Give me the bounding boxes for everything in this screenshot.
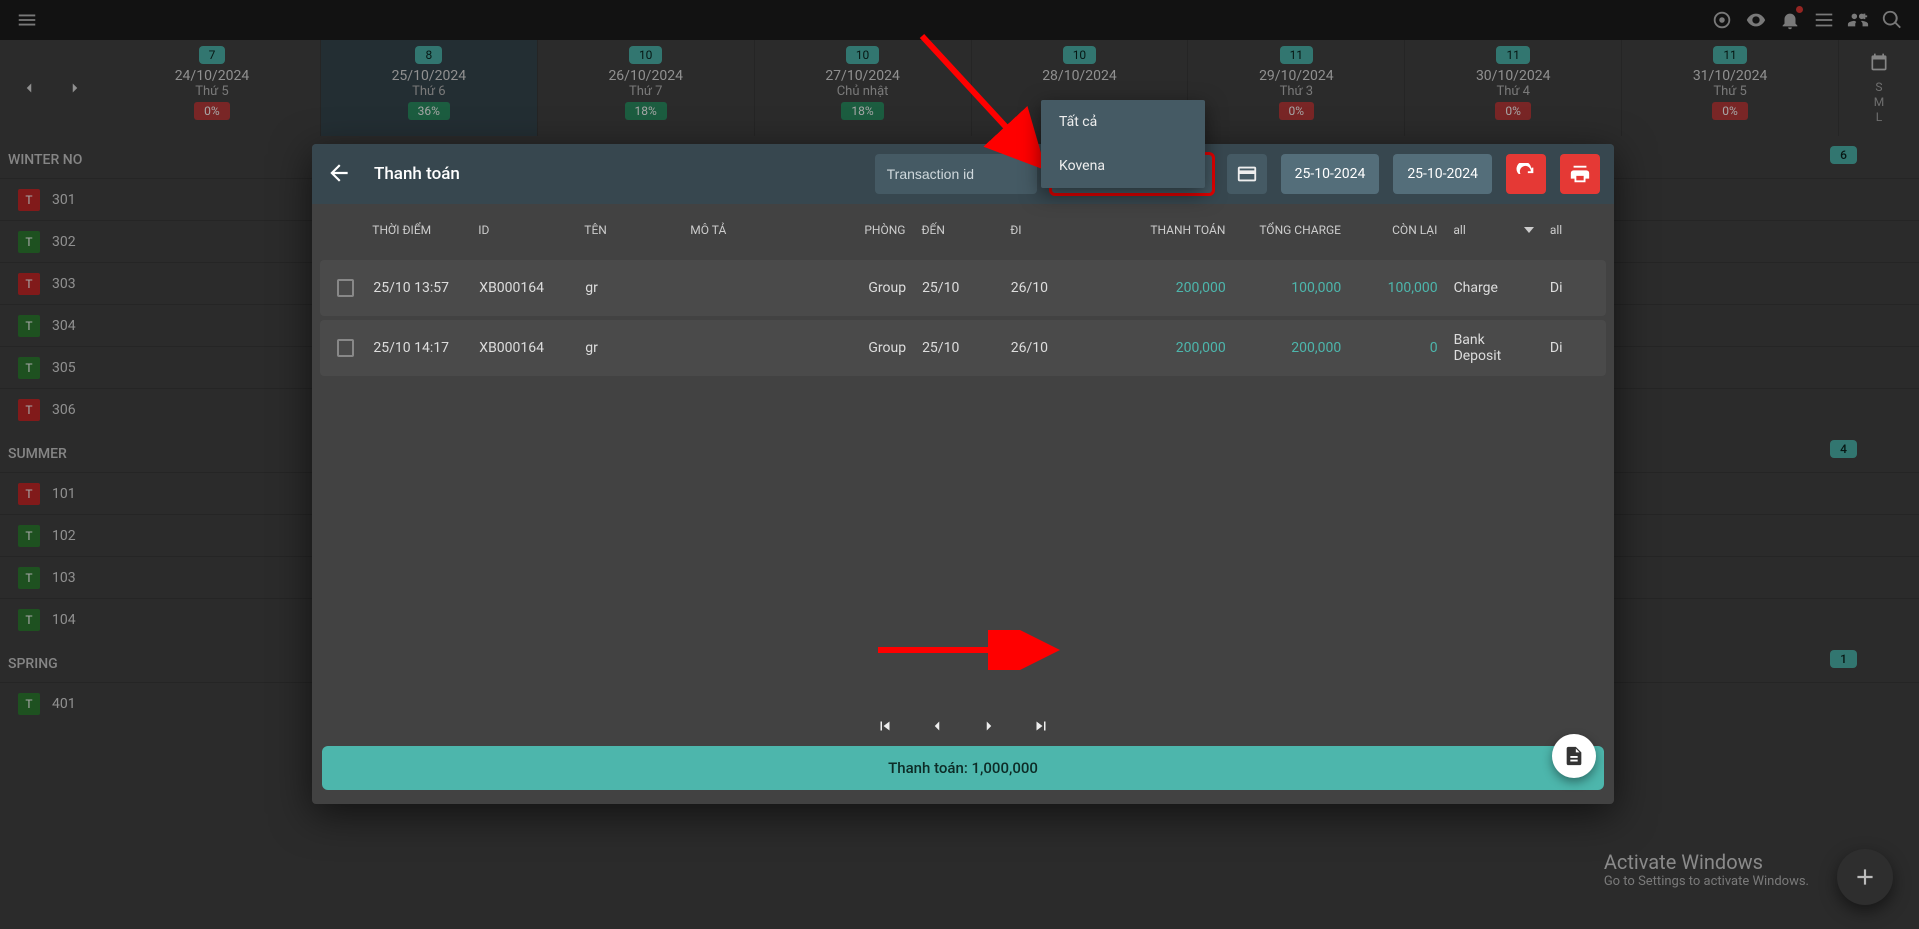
page-first-icon[interactable] (876, 717, 894, 735)
table-row[interactable]: 25/10 14:17 XB000164 gr Group 25/10 26/1… (320, 320, 1606, 376)
col-desc: MÔ TẢ (682, 223, 817, 237)
page-prev-icon[interactable] (928, 717, 946, 735)
col-id: ID (470, 223, 576, 237)
col-out: ĐI (1002, 223, 1118, 237)
cell-room: Group (818, 280, 914, 296)
cell-pay: 200,000 (1118, 340, 1233, 356)
cell-method: Charge (1446, 280, 1542, 296)
date-to-button[interactable]: 25-10-2024 (1393, 154, 1492, 194)
dd-item-kovena[interactable]: Kovena (1041, 144, 1205, 188)
cell-out: 26/10 (1003, 280, 1118, 296)
cell-out: 26/10 (1003, 340, 1118, 356)
payment-dialog: Thanh toán Kovena 25-10-2024 25-10-2024 … (312, 144, 1614, 804)
dialog-title: Thanh toán (374, 164, 460, 184)
print-button[interactable] (1560, 154, 1600, 194)
col-filter-method[interactable]: all (1445, 223, 1541, 237)
cell-method: Bank Deposit (1446, 332, 1542, 364)
cell-last: Di (1542, 280, 1600, 296)
dd-item-all[interactable]: Tất cả (1041, 100, 1205, 144)
cell-charge: 100,000 (1234, 280, 1349, 296)
cell-rest: 100,000 (1349, 280, 1445, 296)
col-pay: THANH TOÁN (1118, 223, 1234, 237)
cell-name: gr (577, 340, 683, 356)
row-checkbox[interactable] (337, 339, 354, 357)
col-name: TÊN (576, 223, 682, 237)
date-from-button[interactable]: 25-10-2024 (1281, 154, 1380, 194)
export-document-button[interactable] (1552, 734, 1596, 778)
back-button[interactable] (326, 160, 354, 188)
refresh-button[interactable] (1506, 154, 1546, 194)
add-button[interactable] (1837, 849, 1893, 905)
cell-room: Group (818, 340, 914, 356)
col-filter-2[interactable]: all (1542, 223, 1600, 237)
cell-charge: 200,000 (1234, 340, 1349, 356)
page-last-icon[interactable] (1032, 717, 1050, 735)
col-room: PHÒNG (817, 223, 913, 237)
cell-name: gr (577, 280, 683, 296)
col-charge: TỔNG CHARGE (1233, 223, 1349, 237)
cell-last: Di (1542, 340, 1600, 356)
table-row[interactable]: 25/10 13:57 XB000164 gr Group 25/10 26/1… (320, 260, 1606, 316)
row-checkbox[interactable] (337, 279, 354, 297)
cell-rest: 0 (1349, 340, 1445, 356)
cell-in: 25/10 (914, 340, 1003, 356)
cell-time: 25/10 14:17 (365, 340, 471, 356)
cell-id: XB000164 (471, 280, 577, 296)
gateway-dropdown-menu: Tất cả Kovena (1041, 100, 1205, 188)
chevron-down-icon (1524, 227, 1534, 233)
table-header: THỜI ĐIỂM ID TÊN MÔ TẢ PHÒNG ĐẾN ĐI THAN… (312, 204, 1614, 256)
cell-in: 25/10 (914, 280, 1003, 296)
col-rest: CÒN LẠI (1349, 223, 1445, 237)
col-in: ĐẾN (913, 223, 1002, 237)
cell-time: 25/10 13:57 (365, 280, 471, 296)
page-next-icon[interactable] (980, 717, 998, 735)
transaction-id-input[interactable] (875, 154, 1037, 194)
col-time: THỜI ĐIỂM (364, 223, 470, 237)
total-label: Thanh toán: 1,000,000 (888, 759, 1038, 777)
cell-pay: 200,000 (1118, 280, 1233, 296)
cell-id: XB000164 (471, 340, 577, 356)
windows-watermark: Activate Windows Go to Settings to activ… (1604, 850, 1809, 889)
card-button[interactable] (1227, 154, 1267, 194)
total-bar: Thanh toán: 1,000,000 (322, 746, 1604, 790)
